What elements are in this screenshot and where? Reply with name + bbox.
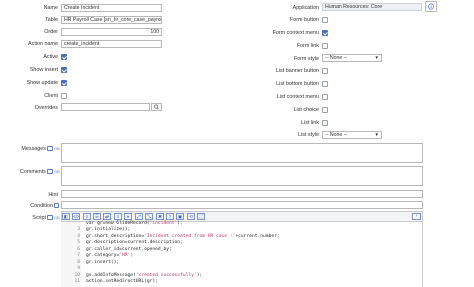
list-context-menu-checkbox[interactable] bbox=[322, 94, 328, 100]
list-banner-button-label: List banner button bbox=[275, 68, 319, 74]
line-number: 3 bbox=[77, 227, 80, 232]
form-link-checkbox[interactable] bbox=[322, 43, 328, 49]
messages-label: Messages bbox=[21, 146, 46, 152]
line-number: 11 bbox=[74, 279, 80, 284]
string-literal: 'Incident created from HR case :' bbox=[144, 234, 236, 239]
string-literal: 'created successfully' bbox=[135, 273, 197, 278]
line-number: 5 bbox=[77, 240, 80, 245]
form-style-label: Form style bbox=[293, 56, 319, 62]
translate-icon[interactable] bbox=[47, 146, 53, 151]
overrides-input[interactable] bbox=[61, 103, 150, 111]
lang-code: GB bbox=[54, 169, 60, 174]
overrides-search-button[interactable] bbox=[151, 103, 162, 111]
form-style-value: -- None -- bbox=[325, 55, 348, 61]
hint-input[interactable] bbox=[61, 190, 423, 198]
client-checkbox[interactable] bbox=[61, 93, 67, 99]
replace-icon[interactable]: ⇄ bbox=[103, 213, 111, 220]
list-bottom-button-checkbox[interactable] bbox=[322, 81, 328, 87]
chevron-right-icon[interactable]: › bbox=[412, 213, 421, 220]
comments-textarea[interactable] bbox=[61, 166, 423, 186]
form-style-select[interactable]: -- None -- ▼ bbox=[322, 54, 382, 62]
application-info-button[interactable] bbox=[425, 1, 437, 12]
overrides-label: Overrides bbox=[34, 105, 58, 111]
comments-label: Comments bbox=[19, 169, 46, 175]
lang-code: GB bbox=[54, 215, 60, 220]
code-line: gr.category='HR'; bbox=[86, 253, 134, 258]
comment-icon[interactable]: ≡ bbox=[83, 213, 91, 220]
form-context-menu-checkbox[interactable] bbox=[322, 30, 328, 36]
search-icon bbox=[153, 104, 159, 110]
search-replace-icon[interactable]: ⌖ bbox=[124, 213, 132, 220]
list-style-label: List style bbox=[298, 132, 319, 138]
search-icon[interactable]: ⌕ bbox=[114, 213, 122, 220]
info-icon bbox=[428, 3, 434, 10]
list-banner-button-checkbox[interactable] bbox=[322, 68, 328, 74]
show-update-checkbox[interactable] bbox=[61, 80, 67, 86]
collapse-icon[interactable]: ⤡ bbox=[145, 213, 153, 220]
code-line: gr.insert(); bbox=[86, 260, 120, 265]
show-insert-checkbox[interactable] bbox=[61, 67, 67, 73]
string-literal: 'incident' bbox=[149, 221, 178, 226]
application-label: Application bbox=[292, 5, 319, 11]
list-link-label: List link bbox=[301, 120, 319, 126]
form-button-label: Form button bbox=[289, 17, 319, 23]
save-icon[interactable]: ▣ bbox=[176, 213, 184, 220]
translate-icon[interactable] bbox=[54, 203, 59, 208]
condition-input[interactable] bbox=[61, 201, 423, 209]
name-label: Name bbox=[43, 5, 58, 11]
form-link-label: Form link bbox=[296, 43, 319, 49]
string-literal: 'HR' bbox=[119, 253, 131, 258]
code-line: gr.description=current.description; bbox=[86, 240, 183, 245]
script-label: Script bbox=[32, 215, 46, 221]
list-choice-label: List choice bbox=[293, 107, 319, 113]
list-style-value: -- None -- bbox=[325, 132, 348, 138]
order-label: Order bbox=[44, 29, 58, 35]
chevron-down-icon: ▼ bbox=[374, 132, 379, 137]
list-style-select[interactable]: -- None -- ▼ bbox=[322, 131, 382, 139]
list-context-menu-label: List context menu bbox=[276, 94, 319, 100]
form-button-checkbox[interactable] bbox=[322, 17, 328, 23]
messages-textarea[interactable] bbox=[61, 143, 423, 163]
hint-label: Hint bbox=[48, 192, 58, 198]
list-choice-checkbox[interactable] bbox=[322, 107, 328, 113]
active-checkbox[interactable] bbox=[61, 54, 67, 60]
list-bottom-button-label: List bottom button bbox=[276, 81, 319, 87]
code-icon[interactable]: </> bbox=[72, 213, 80, 220]
help-icon[interactable]: ? bbox=[166, 213, 174, 220]
condition-label: Condition bbox=[30, 203, 53, 209]
history-icon[interactable]: ⟲ bbox=[187, 213, 195, 220]
name-input[interactable]: Create Incident bbox=[61, 4, 162, 12]
application-field: Human Resources: Core bbox=[322, 3, 422, 11]
action-name-label: Action name bbox=[28, 41, 58, 47]
table-label: Table bbox=[45, 17, 58, 23]
active-label: Active bbox=[43, 54, 58, 60]
form-context-menu-label: Form context menu bbox=[272, 30, 319, 36]
code-line: action.setRedirectURL(gr); bbox=[86, 279, 158, 284]
client-label: Client bbox=[44, 93, 58, 99]
chevron-down-icon: ▼ bbox=[374, 55, 379, 60]
toggle-icon[interactable]: ◧ bbox=[62, 213, 70, 220]
show-insert-label: Show insert bbox=[29, 67, 58, 73]
show-update-label: Show update bbox=[26, 80, 58, 86]
expand-icon[interactable]: ⤢ bbox=[135, 213, 143, 220]
table-select[interactable]: HR Payroll Case [sn_hr_core_case_payroll… bbox=[61, 16, 162, 24]
order-input[interactable]: 100 bbox=[61, 28, 162, 36]
list-link-checkbox[interactable] bbox=[322, 120, 328, 126]
line-number: 7 bbox=[77, 253, 80, 258]
translate-icon[interactable] bbox=[47, 169, 53, 174]
code-line: gr.initialize(); bbox=[86, 227, 131, 232]
debug-icon[interactable]: ✱ bbox=[156, 213, 164, 220]
format-icon[interactable]: ☰ bbox=[93, 213, 101, 220]
lang-code: GB bbox=[54, 146, 60, 151]
action-name-input[interactable]: create_incident bbox=[61, 40, 162, 48]
translate-icon[interactable] bbox=[47, 215, 53, 220]
fullscreen-icon[interactable]: ⛶ bbox=[197, 213, 205, 220]
line-number: 9 bbox=[77, 266, 80, 271]
